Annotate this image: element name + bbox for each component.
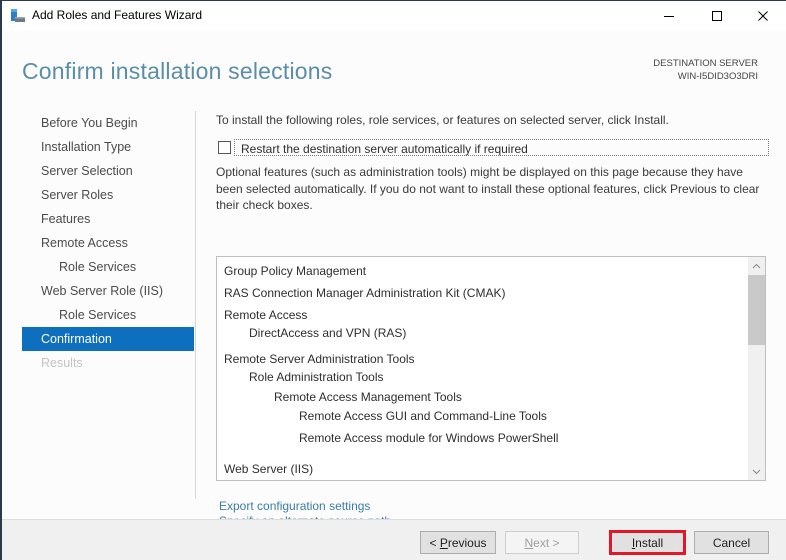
wizard-nav: Before You Begin Installation Type Serve… [22,111,194,375]
nav-item-installation-type[interactable]: Installation Type [22,135,194,159]
install-button[interactable]: Install [609,530,686,555]
restart-checkbox-label[interactable]: Restart the destination server automatic… [241,142,528,156]
list-item: Remote Access [224,308,308,322]
next-rest: ext > [533,535,560,550]
title-bar: Add Roles and Features Wizard [2,1,786,31]
next-mnemonic: N [524,535,534,550]
previous-prefix: < [429,535,440,550]
list-item: Remote Access Management Tools [274,390,462,404]
restart-checkbox[interactable] [218,141,231,154]
scroll-down-button[interactable] [748,463,765,480]
maximize-icon [712,11,722,21]
nav-item-web-server-role[interactable]: Web Server Role (IIS) [22,279,194,303]
vertical-scrollbar[interactable] [748,257,765,480]
nav-divider [195,111,196,499]
previous-mnemonic: P [439,535,448,550]
install-rest: nstall [635,535,664,550]
wizard-window: Add Roles and Features Wizard Confirm in… [0,0,786,560]
server-manager-icon [11,9,25,22]
cancel-button[interactable]: Cancel [694,531,769,554]
scrollbar-thumb[interactable] [748,275,765,345]
wizard-footer: < Previous Next > Install Cancel [2,519,786,560]
destination-server-name: WIN-I5DID3O3DRI [677,71,758,82]
minimize-button[interactable] [646,1,692,31]
list-item: Web Server (IIS) [224,462,314,476]
destination-label: DESTINATION SERVER [653,58,758,69]
minimize-icon [664,16,674,17]
list-item: DirectAccess and VPN (RAS) [249,326,407,340]
nav-item-results: Results [41,356,83,370]
nav-item-web-server-role-services[interactable]: Role Services [22,303,194,327]
nav-item-features[interactable]: Features [22,207,194,231]
list-item: Remote Server Administration Tools [224,352,415,366]
list-item: Group Policy Management [224,264,367,278]
chevron-up-icon [752,263,761,268]
wizard-content: Confirm installation selections DESTINAT… [2,31,786,528]
chevron-down-icon [752,469,761,474]
selections-listbox[interactable]: Group Policy Management RAS Connection M… [216,256,766,481]
previous-rest: revious [447,535,487,550]
list-item: Remote Access GUI and Command-Line Tools [299,409,547,423]
maximize-button[interactable] [694,1,740,31]
close-button[interactable] [740,1,786,31]
next-button: Next > [505,531,579,554]
nav-item-server-roles[interactable]: Server Roles [22,183,194,207]
list-item: Remote Access module for Windows PowerSh… [299,431,559,445]
nav-item-server-selection[interactable]: Server Selection [22,159,194,183]
nav-item-remote-access-role-services[interactable]: Role Services [22,255,194,279]
nav-item-remote-access[interactable]: Remote Access [22,231,194,255]
list-item: RAS Connection Manager Administration Ki… [224,286,506,300]
window-title: Add Roles and Features Wizard [32,8,203,22]
destination-server-info: DESTINATION SERVER WIN-I5DID3O3DRI [653,57,758,83]
previous-button[interactable]: < Previous [420,531,496,554]
intro-text: To install the following roles, role ser… [216,113,669,127]
close-icon [758,11,768,21]
optional-features-text: Optional features (such as administratio… [216,165,760,212]
nav-item-confirmation[interactable]: Confirmation [22,327,194,351]
export-configuration-link[interactable]: Export configuration settings [219,499,391,514]
page-title: Confirm installation selections [22,58,333,84]
nav-item-before-you-begin[interactable]: Before You Begin [22,111,194,135]
scroll-up-button[interactable] [748,257,765,274]
selections-list: Group Policy Management RAS Connection M… [217,257,747,480]
list-item: Role Administration Tools [249,370,384,384]
